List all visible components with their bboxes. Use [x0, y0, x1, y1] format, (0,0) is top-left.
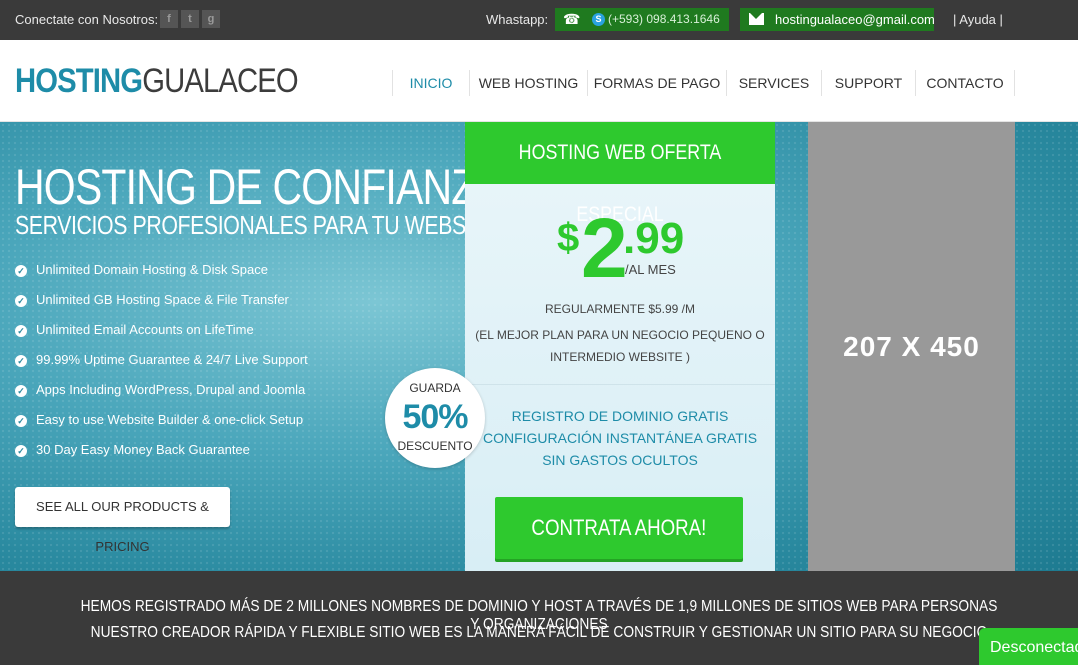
logo-part-gualaceo: GUALACEO — [142, 62, 298, 100]
feature-item: ✓ Apps Including WordPress, Drupal and Jo… — [15, 382, 308, 412]
offer-card: HOSTING WEB OFERTA ESPECIAL $ 2 .99 /AL … — [465, 122, 775, 571]
check-icon: ✓ — [15, 445, 27, 457]
twitter-icon[interactable]: t — [181, 10, 199, 28]
phone-box[interactable]: ☎ S (+593) 098.413.1646 — [555, 8, 729, 31]
nav-contacto[interactable]: CONTACTO — [915, 70, 1015, 96]
offer-header: HOSTING WEB OFERTA ESPECIAL — [465, 122, 775, 226]
price-period: /AL MES — [625, 262, 676, 277]
plan-note: (EL MEJOR PLAN PARA UN NEGOCIO PEQUENO O… — [475, 328, 765, 364]
check-icon: ✓ — [15, 385, 27, 397]
connect-label: Conectate con Nosotros: — [15, 12, 159, 27]
help-link[interactable]: | Ayuda | — [953, 12, 1003, 27]
logo-part-hosting: HOSTING — [15, 62, 143, 100]
hero-section: HOSTING DE CONFIANZA SERVICIOS PROFESION… — [0, 122, 1078, 571]
hero-title: HOSTING DE CONFIANZA — [15, 159, 503, 215]
site-header: HOSTINGGUALACEO INICIO WEB HOSTING FORMA… — [0, 40, 1078, 122]
facebook-icon[interactable]: f — [160, 10, 178, 28]
feature-item: ✓ Unlimited Domain Hosting & Disk Space — [15, 262, 308, 292]
price-decimal: .99 — [623, 214, 685, 263]
price-currency: $ — [557, 216, 580, 260]
check-icon: ✓ — [15, 415, 27, 427]
phone-icon: ☎ — [563, 11, 581, 27]
feature-item: ✓ Unlimited Email Accounts on LifeTime — [15, 322, 308, 352]
perk-item: CONFIGURACIÓN INSTANTÁNEA GRATIS — [482, 430, 758, 446]
nav-formas-de-pago[interactable]: FORMAS DE PAGO — [587, 70, 726, 96]
check-icon: ✓ — [15, 355, 27, 367]
perk-item: SIN GASTOS OCULTOS — [542, 452, 698, 468]
divider — [465, 384, 775, 385]
whatsapp-label: Whastapp: — [486, 12, 549, 27]
email-address: hostingualaceo@gmail.com — [775, 12, 935, 27]
see-products-button[interactable]: SEE ALL OUR PRODUCTS & PRICING — [15, 487, 230, 554]
feature-list: ✓ Unlimited Domain Hosting & Disk Space ✓… — [15, 262, 308, 472]
contrata-ahora-button[interactable]: CONTRATA AHORA! — [495, 497, 743, 559]
feature-item: ✓ 30 Day Easy Money Back Guarantee — [15, 442, 308, 472]
nav-services[interactable]: SERVICES — [726, 70, 821, 96]
check-icon: ✓ — [15, 265, 27, 277]
check-icon: ✓ — [15, 325, 27, 337]
nav-inicio[interactable]: INICIO — [392, 70, 469, 96]
perk-item: REGISTRO DE DOMINIO GRATIS — [511, 408, 729, 424]
feature-item: ✓ 99.99% Uptime Guarantee & 24/7 Live Sup… — [15, 352, 308, 382]
email-box[interactable]: hostingualaceo@gmail.com — [740, 8, 935, 31]
ad-placeholder: 207 X 450 — [808, 122, 1015, 571]
regular-price: REGULARMENTE $5.99 /M — [544, 302, 696, 316]
check-icon: ✓ — [15, 295, 27, 307]
logo[interactable]: HOSTINGGUALACEO — [15, 62, 299, 101]
badge-bottom-text: DESCUENTO — [397, 439, 473, 453]
info-line-2: NUESTRO CREADOR RÁPIDA Y FLEXIBLE SITIO … — [90, 624, 988, 641]
feature-item: ✓ Easy to use Website Builder & one-click… — [15, 412, 308, 442]
feature-item: ✓ Unlimited GB Hosting Space & File Trans… — [15, 292, 308, 322]
price-integer: 2 — [581, 201, 628, 295]
badge-percent: 50% — [402, 398, 468, 436]
nav-support[interactable]: SUPPORT — [821, 70, 915, 96]
hero-subtitle: SERVICIOS PROFESIONALES PARA TU WEBSITE — [15, 210, 498, 240]
skype-icon: S — [592, 13, 605, 26]
chat-status-button[interactable]: Desconectado — [979, 628, 1078, 665]
top-bar: Conectate con Nosotros: f t g Whastapp: … — [0, 0, 1078, 40]
envelope-icon — [749, 13, 764, 25]
discount-badge: GUARDA 50% DESCUENTO — [385, 368, 485, 468]
badge-top-text: GUARDA — [409, 381, 461, 395]
nav-web-hosting[interactable]: WEB HOSTING — [469, 70, 587, 96]
info-band: HEMOS REGISTRADO MÁS DE 2 MILLONES NOMBR… — [0, 571, 1078, 665]
phone-number: (+593) 098.413.1646 — [608, 12, 720, 26]
google-plus-icon[interactable]: g — [202, 10, 220, 28]
